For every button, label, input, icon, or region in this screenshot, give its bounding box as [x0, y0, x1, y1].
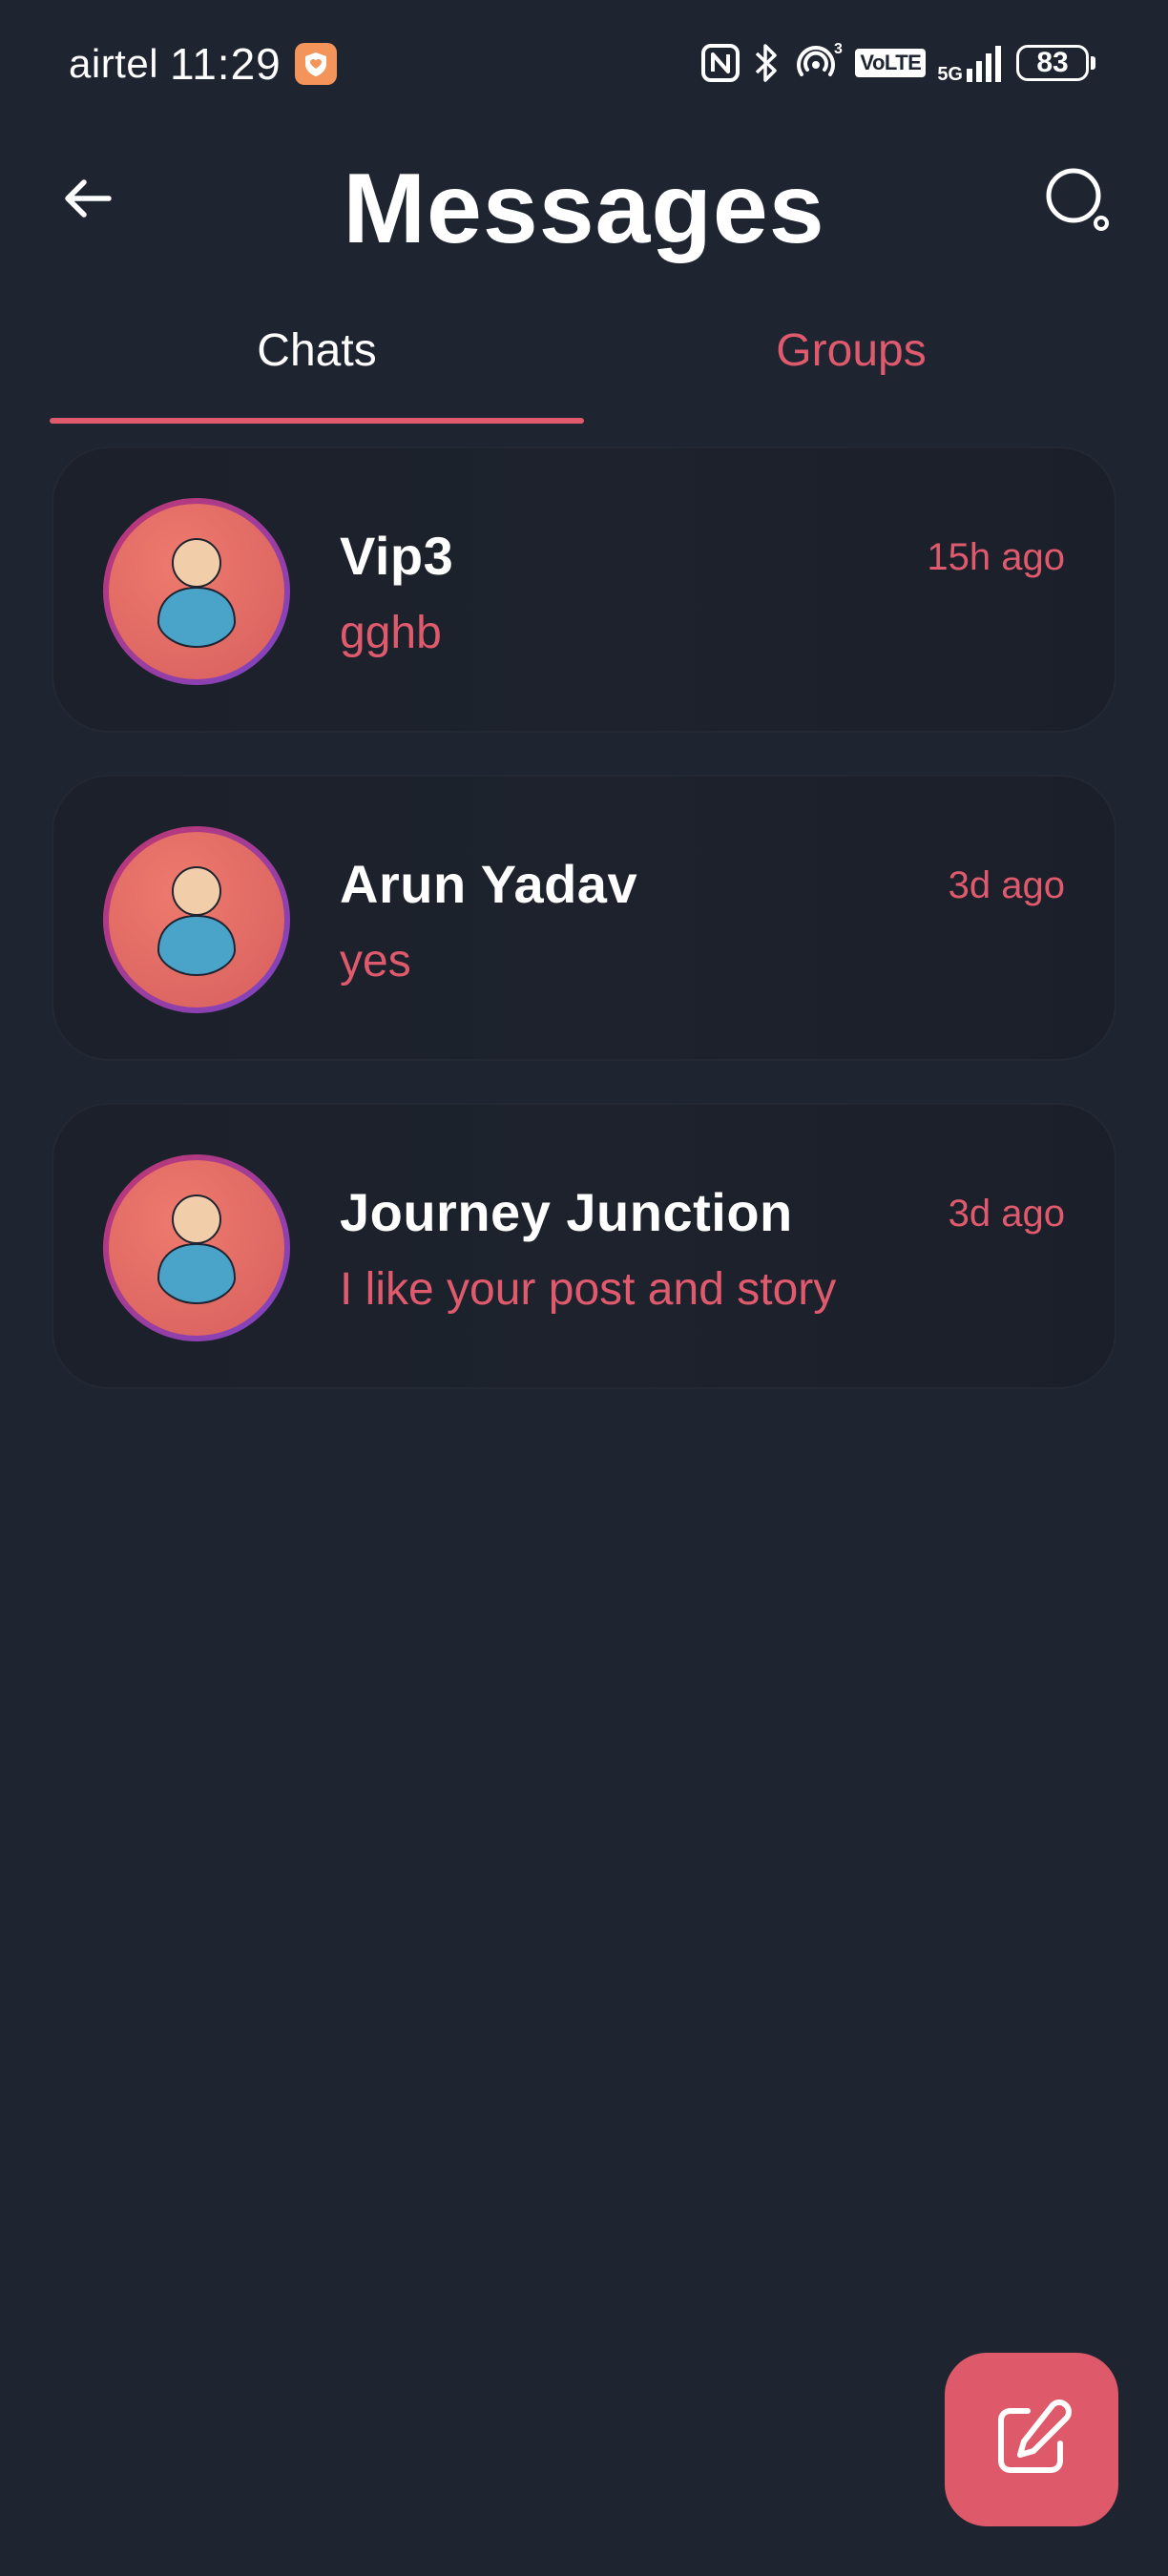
chat-name: Vip3: [340, 526, 454, 586]
compose-message-button[interactable]: [945, 2353, 1118, 2526]
chat-item[interactable]: Journey Junction I like your post and st…: [52, 1103, 1116, 1389]
battery-indicator: 83: [1016, 45, 1095, 81]
carrier-name: airtel: [69, 41, 159, 86]
chat-timestamp: 3d ago: [948, 864, 1065, 906]
status-bar-left: airtel 11:29: [69, 38, 337, 90]
default-user-avatar-icon: [109, 504, 284, 679]
signal-5g-icon: 5G: [937, 42, 1005, 84]
tab-chats[interactable]: Chats: [50, 324, 584, 377]
chat-timestamp: 15h ago: [927, 536, 1065, 578]
hotspot-superscript: 3: [834, 42, 843, 57]
status-bar: airtel 11:29 3 VoLTE 5G 83: [0, 0, 1168, 134]
hotspot-icon: 3: [792, 42, 844, 84]
chat-last-message: I like your post and story: [340, 1264, 837, 1315]
status-bar-right: 3 VoLTE 5G 83: [700, 42, 1095, 84]
search-button[interactable]: [1038, 160, 1118, 240]
default-user-avatar-icon: [109, 1160, 284, 1336]
search-icon: [1046, 168, 1109, 231]
avatar[interactable]: [103, 498, 290, 685]
chat-item[interactable]: Vip3 gghb 15h ago: [52, 447, 1116, 733]
compose-icon: [998, 2399, 1072, 2473]
chat-item[interactable]: Arun Yadav yes 3d ago: [52, 775, 1116, 1061]
chat-name: Journey Junction: [340, 1182, 793, 1242]
chat-timestamp: 3d ago: [948, 1193, 1065, 1235]
default-user-avatar-icon: [109, 832, 284, 1008]
chat-name: Arun Yadav: [340, 854, 638, 914]
nfc-icon: [700, 43, 740, 83]
tab-groups[interactable]: Groups: [584, 324, 1118, 377]
chat-list: Vip3 gghb 15h ago Arun Yadav yes 3d ago: [52, 447, 1116, 1431]
avatar[interactable]: [103, 1154, 290, 1341]
clock-time: 11:29: [170, 39, 282, 89]
app-header: Messages: [0, 143, 1168, 277]
battery-tip: [1091, 56, 1095, 70]
volte-badge: VoLTE: [855, 49, 927, 77]
active-tab-indicator: [50, 418, 584, 424]
tab-bar: Chats Groups: [50, 305, 1118, 429]
network-5g-label: 5G: [937, 64, 963, 85]
bluetooth-icon: [752, 42, 781, 84]
heart-shield-icon: [294, 43, 337, 85]
chat-last-message: gghb: [340, 608, 442, 658]
page-title: Messages: [343, 154, 825, 264]
battery-level: 83: [1016, 45, 1089, 81]
messages-screen: airtel 11:29 3 VoLTE 5G 83 Messages Chat…: [0, 0, 1168, 2576]
chat-last-message: yes: [340, 936, 411, 987]
avatar[interactable]: [103, 826, 290, 1013]
